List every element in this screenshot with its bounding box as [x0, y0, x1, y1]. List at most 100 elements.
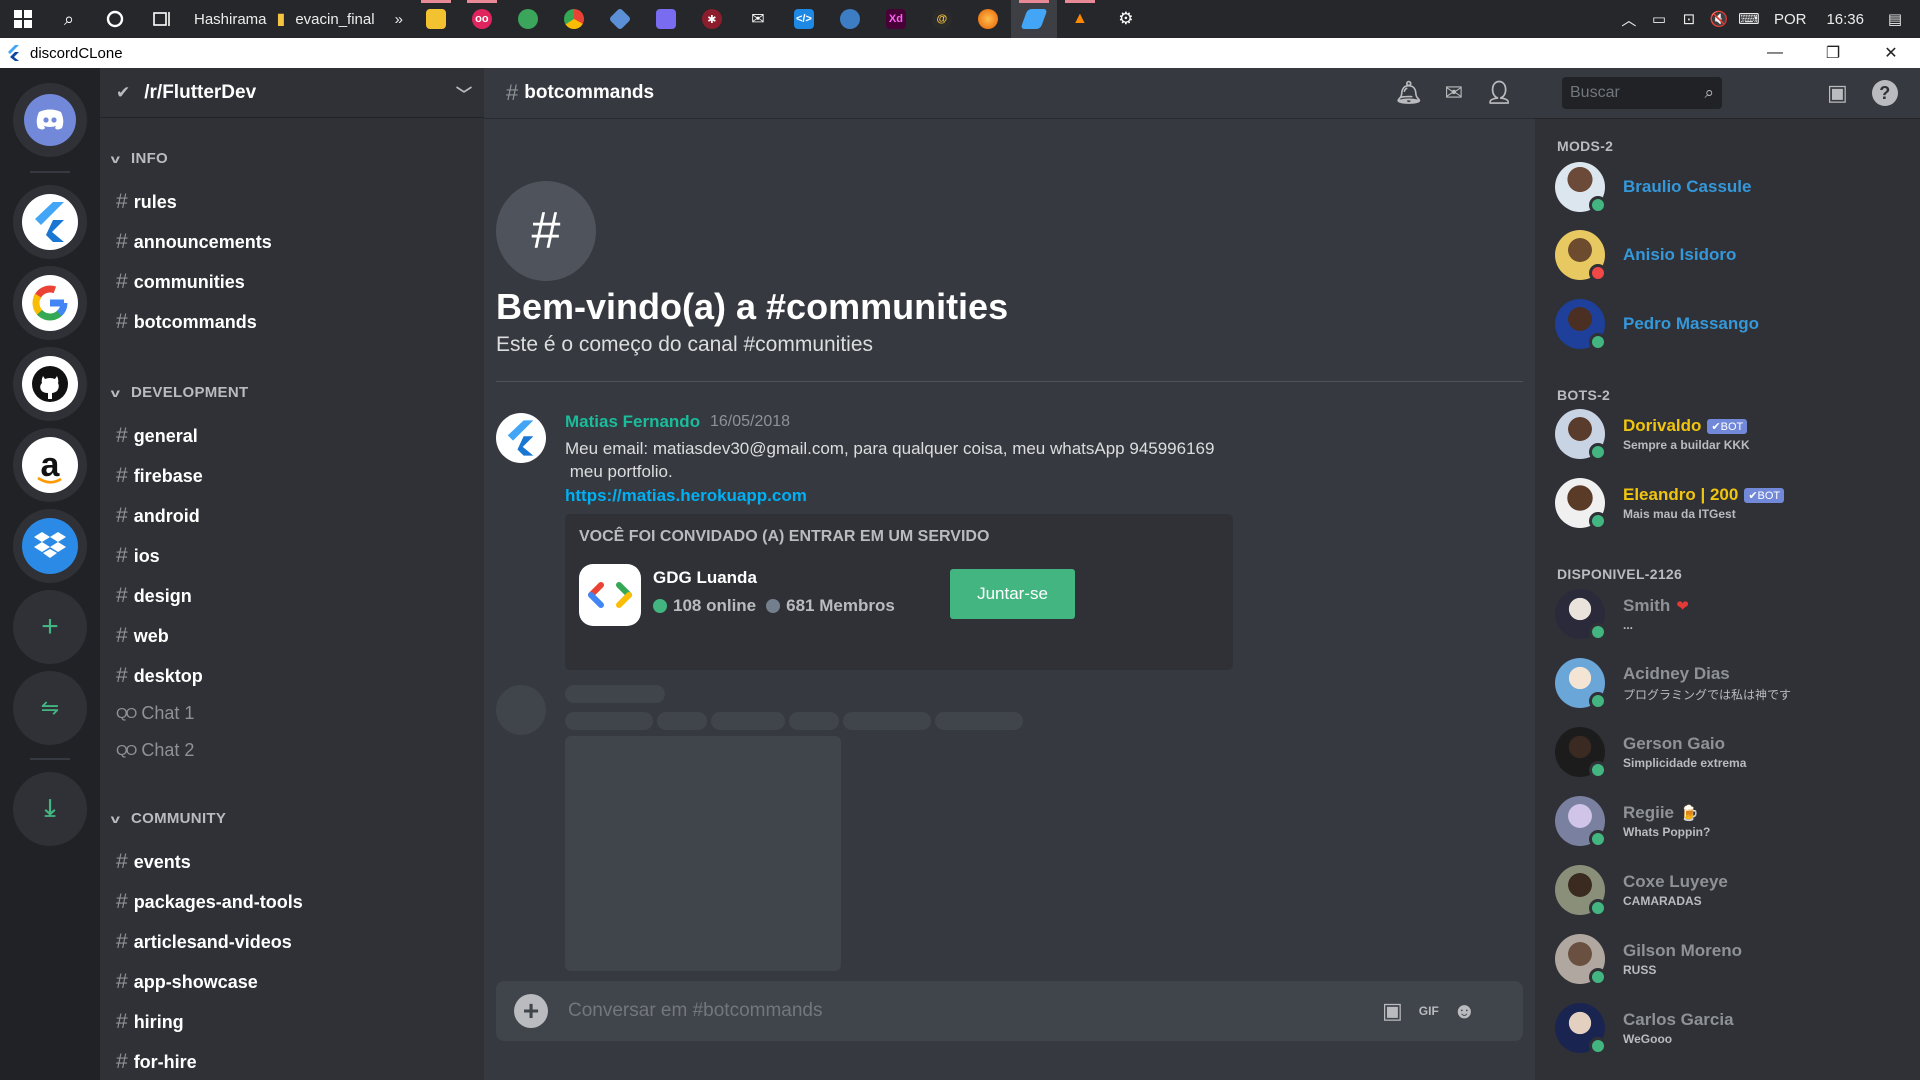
- channel-announcements[interactable]: # announcements: [116, 230, 272, 254]
- firefox-app-icon[interactable]: [965, 0, 1011, 38]
- member-item[interactable]: Braulio Cassule: [1555, 161, 1905, 214]
- bell-icon[interactable]: 🔔︎: [1395, 80, 1423, 106]
- member-item[interactable]: Acidney Dias プログラミングでは私は神です: [1555, 657, 1905, 710]
- channel-botcommands[interactable]: # botcommands: [116, 310, 257, 334]
- member-item[interactable]: Gilson Moreno RUSS: [1555, 933, 1905, 986]
- app-icon[interactable]: [643, 0, 689, 38]
- avatar[interactable]: [496, 413, 546, 463]
- join-server-button[interactable]: Juntar-se: [950, 569, 1075, 619]
- close-button[interactable]: ✕: [1862, 38, 1920, 68]
- voice-channel-chat-1[interactable]: QO Chat 1: [116, 703, 194, 724]
- channel-ios[interactable]: # ios: [116, 544, 160, 568]
- cortana-icon[interactable]: [92, 0, 138, 38]
- app-icon[interactable]: @: [919, 0, 965, 38]
- app-icon[interactable]: [597, 0, 643, 38]
- network-icon[interactable]: ⊡: [1674, 10, 1704, 28]
- home-button[interactable]: [13, 83, 87, 157]
- chrome-app-icon[interactable]: [551, 0, 597, 38]
- attach-plus-button[interactable]: +: [514, 994, 548, 1028]
- channel-desktop[interactable]: # desktop: [116, 664, 203, 688]
- member-status-text: CAMARADAS: [1623, 894, 1702, 908]
- notifications-icon[interactable]: ▤: [1880, 10, 1910, 28]
- search-input[interactable]: [1570, 84, 1690, 102]
- category-info[interactable]: v INFO: [111, 150, 168, 167]
- message-author[interactable]: Matias Fernando: [565, 412, 700, 432]
- channel-packages-and-tools[interactable]: # packages-and-tools: [116, 890, 303, 914]
- app-icon[interactable]: ✱: [689, 0, 735, 38]
- gift-icon[interactable]: ▣: [1382, 998, 1403, 1024]
- channel-app-showcase[interactable]: # app-showcase: [116, 970, 258, 994]
- add-server-button[interactable]: +: [13, 590, 87, 664]
- channel-web[interactable]: # web: [116, 624, 169, 648]
- message-input[interactable]: [568, 1000, 1368, 1022]
- channel-design[interactable]: # design: [116, 584, 192, 608]
- channel-general[interactable]: # general: [116, 424, 198, 448]
- guild-header[interactable]: ✔ /r/FlutterDev ﹀: [100, 68, 484, 118]
- clock[interactable]: 16:36: [1816, 11, 1874, 28]
- flutter-app-icon[interactable]: [1010, 0, 1057, 38]
- explore-servers-button[interactable]: ⇋: [13, 671, 87, 745]
- member-item[interactable]: Pedro Massango: [1555, 298, 1905, 351]
- minimize-button[interactable]: —: [1746, 38, 1804, 68]
- gif-button[interactable]: GIF: [1419, 1004, 1439, 1018]
- settings-app-icon[interactable]: ⚙: [1103, 0, 1149, 38]
- channel-android[interactable]: # android: [116, 504, 200, 528]
- member-item[interactable]: Anisio Isidoro: [1555, 229, 1905, 282]
- member-item[interactable]: Carlos Garcia WeGooo: [1555, 1002, 1905, 1055]
- app-icon[interactable]: [505, 0, 551, 38]
- server-dropbox[interactable]: [13, 509, 87, 583]
- mentions-icon[interactable]: ▣: [1827, 80, 1848, 106]
- channel-events[interactable]: # events: [116, 850, 191, 874]
- inbox-icon[interactable]: ✉: [1445, 80, 1463, 106]
- maximize-button[interactable]: ❐: [1804, 38, 1862, 68]
- channel-rules[interactable]: # rules: [116, 190, 177, 214]
- member-list-icon[interactable]: 👤︎: [1485, 80, 1513, 106]
- hash-icon: #: [116, 584, 128, 607]
- category-community[interactable]: v COMMUNITY: [111, 810, 226, 827]
- chevron-down-icon[interactable]: ﹀: [456, 81, 472, 105]
- language-indicator[interactable]: POR: [1764, 11, 1817, 28]
- emoji-icon[interactable]: ☻: [1453, 998, 1476, 1024]
- member-item[interactable]: Dorivaldo ✔BOT Sempre a buildar KKK: [1555, 408, 1905, 461]
- app-icon[interactable]: oo: [459, 0, 505, 38]
- member-group-title: MODS-2: [1557, 138, 1614, 154]
- hash-icon: #: [116, 230, 128, 253]
- task-view-icon[interactable]: [138, 0, 184, 38]
- member-item[interactable]: Coxe Luyeye CAMARADAS: [1555, 864, 1905, 917]
- taskbar-toolbar-item[interactable]: Hashirama: [184, 11, 277, 28]
- file-explorer-app-icon[interactable]: [413, 0, 459, 38]
- channel-for-hire[interactable]: # for-hire: [116, 1050, 197, 1074]
- taskbar-more-chevron[interactable]: »: [385, 11, 413, 28]
- vscode-app-icon[interactable]: </>: [781, 0, 827, 38]
- mail-app-icon[interactable]: ✉: [735, 0, 781, 38]
- help-icon[interactable]: ?: [1871, 80, 1898, 106]
- member-item[interactable]: Smith ❤ ...: [1555, 588, 1905, 641]
- server-flutter[interactable]: [13, 185, 87, 259]
- member-item[interactable]: Eleandro | 200 ✔BOT Mais mau da ITGest: [1555, 477, 1905, 530]
- channel-articlesand-videos[interactable]: # articlesand-videos: [116, 930, 292, 954]
- category-development[interactable]: v DEVELOPMENT: [111, 384, 249, 401]
- voice-channel-chat-2[interactable]: QO Chat 2: [116, 740, 194, 761]
- channel-communities[interactable]: # communities: [116, 270, 245, 294]
- windows-start-icon[interactable]: [0, 0, 46, 38]
- taskbar-toolbar-item[interactable]: evacin_final: [285, 11, 384, 28]
- volume-muted-icon[interactable]: 🔇: [1704, 10, 1734, 28]
- message-link[interactable]: https://matias.herokuapp.com: [565, 486, 807, 506]
- server-amazon[interactable]: a: [13, 428, 87, 502]
- adobe-xd-app-icon[interactable]: Xd: [873, 0, 919, 38]
- search-icon[interactable]: ⌕: [46, 0, 92, 38]
- channel-hiring[interactable]: # hiring: [116, 1010, 184, 1034]
- app-icon[interactable]: [827, 0, 873, 38]
- member-item[interactable]: Gerson Gaio Simplicidade extrema: [1555, 726, 1905, 779]
- vlc-app-icon[interactable]: ▲: [1057, 0, 1103, 38]
- keyboard-icon[interactable]: ⌨: [1734, 10, 1764, 28]
- download-apps-button[interactable]: ⤓: [13, 772, 87, 846]
- chevron-up-icon[interactable]: ︿: [1614, 9, 1644, 30]
- search-icon[interactable]: ⌕: [1704, 83, 1714, 103]
- search-box[interactable]: ⌕: [1562, 77, 1722, 109]
- battery-icon[interactable]: ▭: [1644, 10, 1674, 28]
- member-item[interactable]: Regiie 🍺 Whats Poppin?: [1555, 795, 1905, 848]
- server-google[interactable]: [13, 266, 87, 340]
- server-github[interactable]: [13, 347, 87, 421]
- channel-firebase[interactable]: # firebase: [116, 464, 203, 488]
